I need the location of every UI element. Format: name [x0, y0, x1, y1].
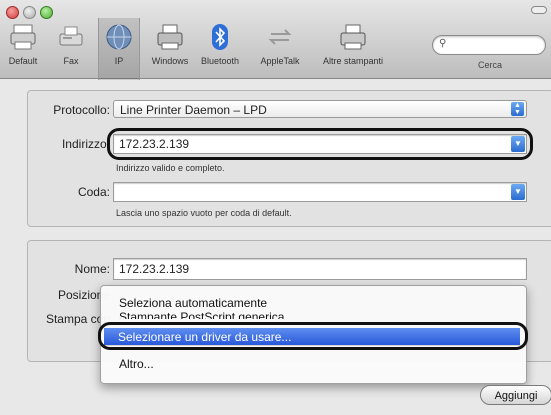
toolbar-item-fax[interactable]: Fax [54, 22, 88, 70]
protocol-popup[interactable]: Line Printer Daemon – LPD ▲ ▼ [113, 100, 527, 118]
fax-icon [54, 22, 88, 52]
close-window-button[interactable] [6, 6, 19, 19]
toolbar-item-default[interactable]: Default [3, 22, 43, 70]
bluetooth-icon [196, 22, 244, 52]
toolbar-item-ip[interactable]: IP [98, 18, 140, 80]
queue-dropdown-icon[interactable]: ▼ [511, 184, 525, 200]
toolbar-item-label: Windows [151, 56, 189, 66]
menu-item-other[interactable]: Altro... [119, 357, 154, 371]
toolbar-item-label: Altre stampanti [322, 56, 384, 66]
toolbar-item-appletalk[interactable]: AppleTalk [252, 22, 308, 70]
toolbar: Default Fax IP Windows Bluetooth AppleTa… [0, 0, 551, 80]
queue-hint: Lascia uno spazio vuoto per coda di defa… [116, 208, 292, 218]
driver-annotation-oval [98, 322, 528, 350]
name-field[interactable]: 172.23.2.139 [113, 258, 527, 280]
toolbar-item-label: AppleTalk [260, 56, 300, 66]
name-label: Nome: [74, 262, 110, 276]
address-hint: Indirizzo valido e completo. [116, 163, 225, 173]
minimize-window-button[interactable] [23, 6, 36, 19]
address-label: Indirizzo: [61, 137, 110, 151]
toolbar-item-windows[interactable]: Windows [146, 22, 194, 70]
search-field[interactable]: ⚲ [432, 35, 546, 55]
toolbar-item-label: Default [8, 56, 38, 66]
toolbar-item-label: Fax [63, 56, 79, 66]
protocol-value: Line Printer Daemon – LPD [120, 103, 267, 117]
toolbar-item-label: IP [114, 56, 124, 66]
location-label: Posizione [57, 288, 110, 302]
other-printers-icon [314, 22, 392, 52]
name-value: 172.23.2.139 [119, 262, 190, 276]
appletalk-icon [252, 22, 308, 52]
add-button[interactable]: Aggiungi [480, 385, 551, 405]
search-label: Cerca [478, 60, 503, 70]
print-using-label: Stampa con [45, 312, 110, 326]
toolbar-item-label: Bluetooth [200, 56, 240, 66]
popup-arrows-icon: ▲ ▼ [511, 102, 524, 116]
menu-item-auto-select[interactable]: Seleziona automaticamente [119, 296, 267, 310]
queue-label: Coda: [77, 185, 110, 199]
default-printer-icon [3, 22, 43, 52]
printer-add-window: Default Fax IP Windows Bluetooth AppleTa… [0, 0, 551, 415]
address-annotation-oval [107, 128, 533, 160]
queue-field[interactable]: ▼ [113, 182, 527, 202]
search-icon: ⚲ [439, 38, 447, 49]
zoom-window-button[interactable] [40, 6, 53, 19]
ip-globe-icon [99, 22, 139, 52]
protocol-label: Protocollo: [53, 103, 110, 117]
toolbar-item-other-printers[interactable]: Altre stampanti [314, 22, 392, 70]
toolbar-toggle-button[interactable] [531, 6, 547, 14]
windows-printer-icon [146, 22, 194, 52]
menu-item-generic-postscript[interactable]: Stampante PostScript generica [119, 311, 284, 319]
toolbar-item-bluetooth[interactable]: Bluetooth [196, 22, 244, 70]
